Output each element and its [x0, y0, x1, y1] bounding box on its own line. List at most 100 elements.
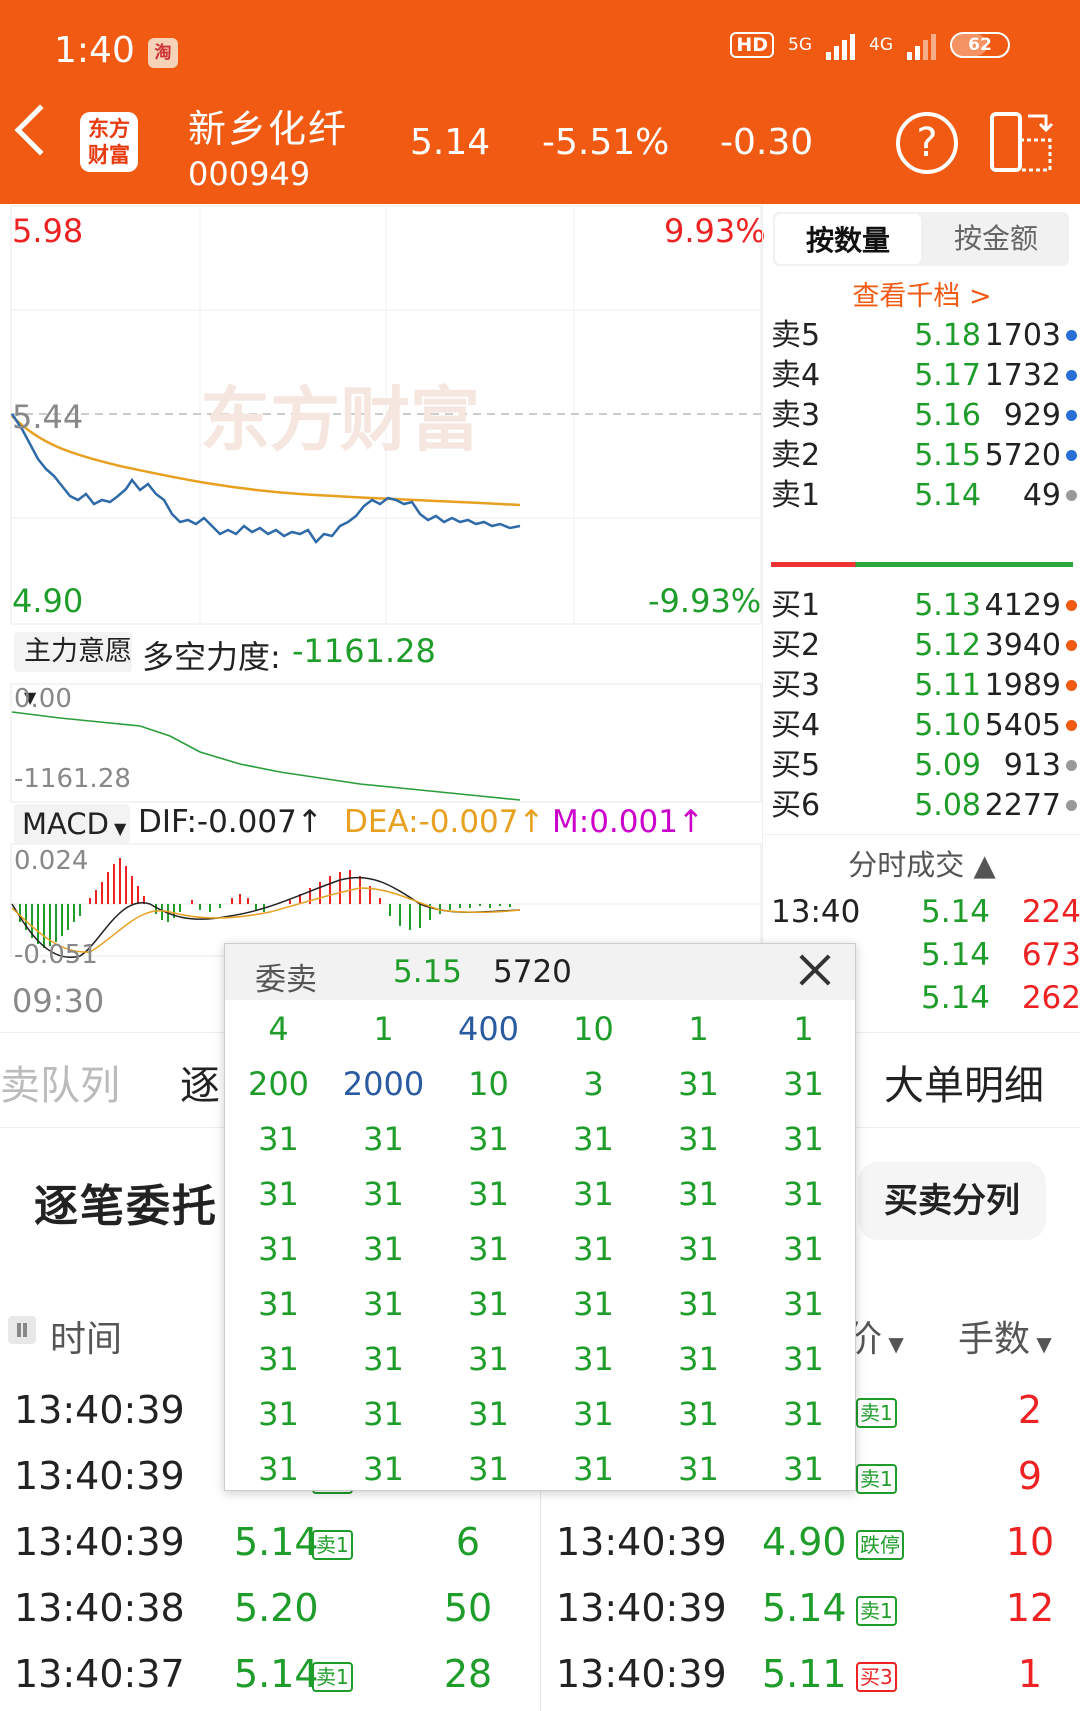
level-volume: 929 [1003, 398, 1061, 433]
trade-price: 5.14 [921, 894, 991, 930]
bid-ask-ratio-bar [771, 562, 1073, 567]
status-icons: HD 5G 4G 62 [730, 30, 1010, 60]
queue-cell: 31 [468, 1175, 509, 1213]
close-icon[interactable] [793, 948, 837, 992]
queue-cell: 31 [678, 1065, 719, 1103]
tab-by-quantity[interactable]: 按数量 [775, 214, 921, 264]
bid-row[interactable]: 买6 5.08 2277 [771, 784, 1077, 828]
level-dot-icon [1066, 600, 1077, 611]
app-screen: 1:40 淘 HD 5G 4G 62 东方 财富 新乡化纤 000949 5.1… [0, 0, 1080, 1711]
table-row[interactable]: 13:40:37 5.14 卖1 28 [4, 1652, 524, 1711]
macd-histogram [19, 858, 511, 948]
back-icon[interactable] [14, 104, 66, 156]
tab-tick-orders[interactable]: 逐 [180, 1053, 220, 1111]
row-time: 13:40:39 [556, 1520, 727, 1564]
level-volume: 5720 [984, 438, 1061, 473]
trade-volume: 262 [1021, 980, 1080, 1016]
eastmoney-logo: 东方 财富 [80, 112, 138, 172]
queue-cell: 31 [783, 1340, 824, 1378]
queue-cell: 31 [573, 1340, 614, 1378]
column-qty[interactable]: 手数 ▼ [958, 1310, 1052, 1362]
pause-icon[interactable] [8, 1316, 36, 1344]
tab-large-orders[interactable]: 大单明细 [884, 1053, 1044, 1111]
macd-select-label: MACD [22, 807, 109, 841]
queue-cell: 31 [573, 1175, 614, 1213]
row-price: 5.11 [762, 1652, 847, 1696]
row-time: 13:40:38 [14, 1586, 185, 1630]
queue-cell: 31 [258, 1285, 299, 1323]
trade-time: 13:40 [771, 894, 861, 930]
row-price: 4.90 [762, 1520, 847, 1564]
macd-select[interactable]: MACD ▼ [14, 804, 130, 844]
trade-volume: 224 [1021, 894, 1080, 930]
table-row[interactable]: 13:40:38 5.20 50 [4, 1586, 524, 1646]
price-mid-label: 5.44 [12, 398, 84, 436]
popup-price: 5.15 [393, 954, 463, 990]
triangle-up-icon: ▲ [973, 848, 996, 882]
trade-volume: 673 [1021, 937, 1080, 973]
ask-row[interactable]: 卖5 5.18 1703 [771, 314, 1077, 358]
queue-cell: 31 [363, 1120, 404, 1158]
tab-sell-queue[interactable]: 卖队列 [0, 1053, 120, 1111]
ask-row[interactable]: 卖4 5.17 1732 [771, 354, 1077, 398]
queue-cell: 10 [468, 1065, 509, 1103]
long-short-value: -1161.28 [292, 632, 436, 670]
time-sales-header[interactable]: 分时成交 ▲ [763, 842, 1080, 884]
level-label: 卖2 [771, 438, 821, 473]
level-label: 买1 [771, 588, 821, 623]
queue-cell: 31 [363, 1450, 404, 1488]
queue-cell: 31 [783, 1395, 824, 1433]
table-row[interactable]: 13:40:39 4.90 跌停 10 [546, 1520, 1066, 1580]
bid-row[interactable]: 买2 5.12 3940 [771, 624, 1077, 668]
level-volume: 1732 [984, 358, 1061, 393]
split-buy-sell-button[interactable]: 买卖分列 [858, 1162, 1046, 1240]
intraday-chart-panel[interactable]: 东方财富 5.98 9.93% 5.44 4.90 -9.93% 主力意愿 ▼ … [0, 204, 766, 1032]
level-label: 买5 [771, 748, 821, 783]
level-dot-icon [1066, 410, 1077, 421]
queue-cell: 31 [258, 1120, 299, 1158]
landscape-switch-icon[interactable] [990, 110, 1054, 174]
table-row[interactable]: 13:40:39 5.14 卖1 12 [546, 1586, 1066, 1646]
bid-row[interactable]: 买5 5.09 913 [771, 744, 1077, 788]
queue-cell: 31 [363, 1175, 404, 1213]
level-label: 卖3 [771, 398, 821, 433]
bid-row[interactable]: 买1 5.13 4129 [771, 584, 1077, 628]
current-price: 5.14 [410, 122, 491, 163]
table-row[interactable]: 13:40:39 5.11 买3 1 [546, 1652, 1066, 1711]
help-button[interactable]: ? [896, 112, 958, 174]
watermark-text: 东方财富 [200, 379, 480, 461]
stock-code: 000949 [188, 155, 311, 193]
queue-cell: 1 [373, 1010, 394, 1048]
ask-row[interactable]: 卖3 5.16 929 [771, 394, 1077, 438]
level-label: 买4 [771, 708, 821, 743]
ask-row[interactable]: 卖2 5.15 5720 [771, 434, 1077, 478]
level-dot-icon [1066, 490, 1077, 501]
row-qty: 2 [1017, 1388, 1043, 1432]
table-row[interactable]: 13:40:39 5.14 卖1 6 [4, 1520, 524, 1580]
queue-cell: 31 [678, 1340, 719, 1378]
queue-cell: 31 [258, 1230, 299, 1268]
bid-row[interactable]: 买4 5.10 5405 [771, 704, 1077, 748]
header: 1:40 淘 HD 5G 4G 62 东方 财富 新乡化纤 000949 5.1… [0, 0, 1080, 204]
row-price: 5.14 [234, 1652, 319, 1696]
indicator-top-label: 0.00 [14, 684, 72, 714]
indicator-bottom-label: -1161.28 [14, 764, 131, 794]
time-start-label: 09:30 [12, 982, 105, 1020]
row-tag: 跌停 [856, 1530, 904, 1560]
bid-row[interactable]: 买3 5.11 1989 [771, 664, 1077, 708]
tab-by-amount[interactable]: 按金额 [923, 212, 1069, 266]
queue-cell: 31 [468, 1230, 509, 1268]
row-tag: 买3 [856, 1662, 897, 1692]
net-5g-label: 5G [788, 35, 812, 55]
level-price: 5.14 [914, 478, 981, 513]
queue-cell: 31 [678, 1230, 719, 1268]
view-thousand-levels-link[interactable]: 查看千档 > [763, 274, 1080, 313]
level-price: 5.15 [914, 438, 981, 473]
indicator-select[interactable]: 主力意愿 ▼ [14, 632, 132, 707]
queue-cell: 31 [678, 1120, 719, 1158]
queue-cell: 31 [468, 1340, 509, 1378]
indicator-select-label: 主力意愿 [24, 636, 132, 667]
logo-line-2: 财富 [88, 143, 130, 167]
ask-row[interactable]: 卖1 5.14 49 [771, 474, 1077, 518]
taobao-notification-icon: 淘 [148, 38, 178, 68]
